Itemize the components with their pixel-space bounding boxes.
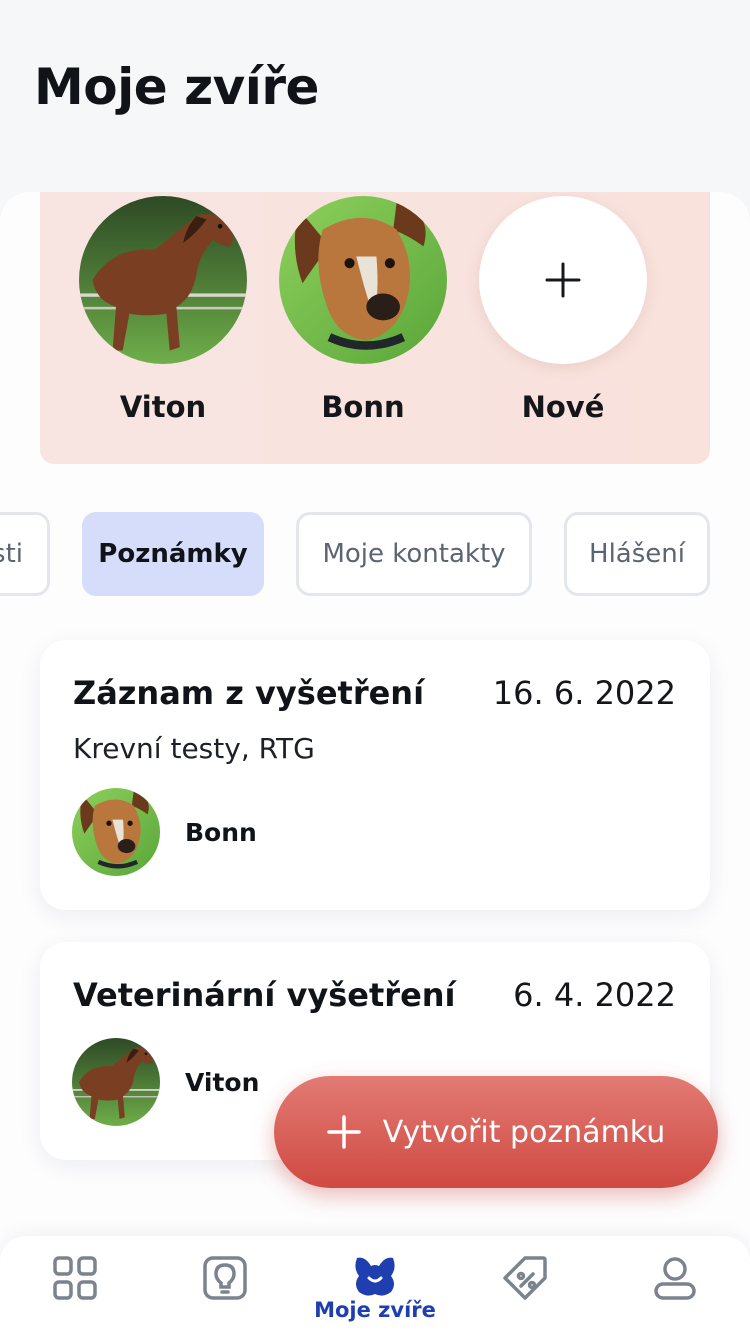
- add-pet-label: Nové: [521, 390, 605, 424]
- nav-discounts[interactable]: [450, 1254, 600, 1306]
- nav-dashboard[interactable]: [0, 1254, 150, 1306]
- avatar: [72, 788, 160, 876]
- pet-name: Bonn: [321, 390, 405, 424]
- pet-name: Viton: [119, 390, 207, 424]
- note-title: Záznam z vyšetření: [73, 674, 425, 712]
- profile-icon: [654, 1257, 696, 1300]
- pets-panel: Viton Bonn Nové: [40, 192, 710, 464]
- nav-label: Moje zvíře: [314, 1298, 436, 1322]
- pet-avatar: [279, 196, 447, 364]
- note-pet: Bonn: [72, 788, 257, 876]
- add-pet-avatar: [479, 196, 647, 364]
- horse-photo: [72, 1038, 160, 1126]
- pet-icon: [355, 1257, 395, 1296]
- plus-icon: [326, 1115, 361, 1149]
- bottom-nav: Moje zvíře: [0, 1236, 750, 1334]
- nav-my-pet[interactable]: Moje zvíře: [300, 1254, 450, 1322]
- horse-photo: [79, 196, 247, 364]
- create-note-button[interactable]: Vytvořit poznámku: [274, 1076, 718, 1188]
- note-subtitle: Krevní testy, RTG: [73, 732, 315, 765]
- note-title: Veterinární vyšetření: [73, 976, 456, 1014]
- nav-tips[interactable]: [150, 1254, 300, 1306]
- grid-icon: [53, 1256, 97, 1300]
- tab-notes[interactable]: Poznámky: [82, 512, 264, 596]
- pet-bonn[interactable]: Bonn: [278, 196, 448, 424]
- dog-photo: [279, 196, 447, 364]
- lightbulb-icon: [203, 1256, 247, 1300]
- note-pet: Viton: [72, 1038, 259, 1126]
- note-date: 6. 4. 2022: [513, 976, 676, 1014]
- dog-photo: [72, 788, 160, 876]
- tab-bar: sti Poznámky Moje kontakty Hlášení: [0, 512, 750, 600]
- create-note-label: Vytvořit poznámku: [382, 1114, 666, 1150]
- pet-avatar: [79, 196, 247, 364]
- page-title: Moje zvíře: [34, 58, 319, 116]
- note-date: 16. 6. 2022: [492, 674, 676, 712]
- pet-viton[interactable]: Viton: [78, 196, 248, 424]
- note-pet-name: Bonn: [185, 817, 257, 847]
- discount-tag-icon: [503, 1256, 547, 1300]
- avatar: [72, 1038, 160, 1126]
- tab-reports[interactable]: Hlášení: [564, 512, 710, 596]
- tab-contacts[interactable]: Moje kontakty: [296, 512, 532, 596]
- note-card[interactable]: Záznam z vyšetření 16. 6. 2022 Krevní te…: [40, 640, 710, 910]
- nav-profile[interactable]: [600, 1254, 750, 1306]
- plus-icon: [545, 262, 581, 298]
- add-pet-button[interactable]: Nové: [478, 196, 648, 424]
- tab-partial[interactable]: sti: [0, 512, 50, 596]
- note-pet-name: Viton: [185, 1067, 260, 1097]
